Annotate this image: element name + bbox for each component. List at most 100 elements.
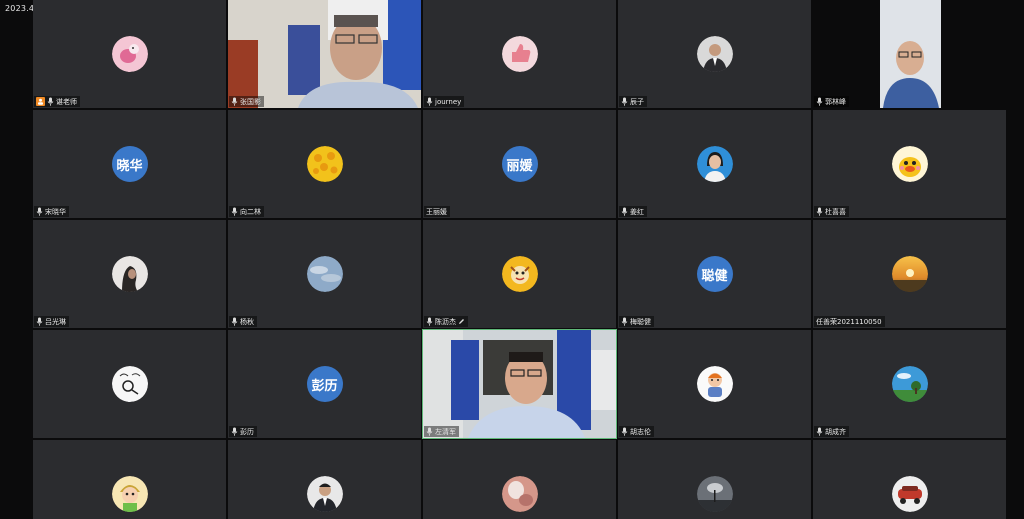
avatar xyxy=(891,366,928,402)
participant-video xyxy=(228,0,421,108)
participant-tile[interactable] xyxy=(228,440,421,519)
participant-nameplate: 陈沥杰 xyxy=(424,316,468,327)
participant-tile[interactable]: 彭历 彭历 xyxy=(228,330,421,438)
participant-nameplate: 王丽媛 xyxy=(424,206,450,217)
participant-tile[interactable] xyxy=(423,440,616,519)
host-icon xyxy=(36,97,45,106)
avatar xyxy=(501,256,538,292)
participant-name: 彭历 xyxy=(240,427,254,436)
participant-name: 宋晓华 xyxy=(45,207,66,216)
participant-tile[interactable]: 晓华 宋晓华 xyxy=(33,110,226,218)
participant-tile[interactable]: 陈沥杰 xyxy=(423,220,616,328)
microphone-icon xyxy=(816,427,823,436)
participant-name: 辰子 xyxy=(630,97,644,106)
avatar xyxy=(306,476,343,512)
active-speaker-tile[interactable]: 左清军 xyxy=(422,329,617,439)
participant-tile[interactable]: 吕光琳 xyxy=(33,220,226,328)
participant-tile[interactable]: 姜红 xyxy=(618,110,811,218)
microphone-icon xyxy=(621,427,628,436)
participant-tile[interactable]: 辰子 xyxy=(618,0,811,108)
participant-nameplate: 胡志伦 xyxy=(619,426,654,437)
participant-tile[interactable]: 杜喜喜 xyxy=(813,110,1006,218)
microphone-icon xyxy=(231,427,238,436)
participant-tile[interactable] xyxy=(33,440,226,519)
avatar xyxy=(111,366,148,402)
participant-tile[interactable]: 任善荣2021110050 xyxy=(813,220,1006,328)
participant-tile[interactable] xyxy=(618,440,811,519)
participant-tile[interactable] xyxy=(813,440,1006,519)
participant-tile[interactable]: 谌老师 xyxy=(33,0,226,108)
participant-tile[interactable] xyxy=(33,330,226,438)
microphone-icon xyxy=(231,207,238,216)
avatar: 聪健 xyxy=(696,256,733,292)
participant-nameplate: 杨秋 xyxy=(229,316,257,327)
microphone-icon xyxy=(231,317,238,326)
microphone-icon xyxy=(816,207,823,216)
participant-tile[interactable]: 胡志伦 xyxy=(618,330,811,438)
avatar xyxy=(696,476,733,512)
participant-name: 姜红 xyxy=(630,207,644,216)
participant-nameplate: 任善荣2021110050 xyxy=(814,316,885,327)
participant-tile[interactable]: 聪健 梅聪健 xyxy=(618,220,811,328)
avatar xyxy=(696,366,733,402)
participant-nameplate: 彭历 xyxy=(229,426,257,437)
participant-name: 王丽媛 xyxy=(426,207,447,216)
participant-name: 胡志伦 xyxy=(630,427,651,436)
avatar: 彭历 xyxy=(306,366,343,402)
participant-name: 左清军 xyxy=(435,427,456,436)
participant-nameplate: 梅聪健 xyxy=(619,316,654,327)
microphone-icon xyxy=(426,97,433,106)
microphone-icon xyxy=(36,317,43,326)
avatar xyxy=(891,476,928,512)
avatar: 丽媛 xyxy=(501,146,538,182)
participant-name: 张国影 xyxy=(240,97,261,106)
participant-nameplate: 郭林峰 xyxy=(814,96,849,107)
microphone-icon xyxy=(621,207,628,216)
participant-name: 杜喜喜 xyxy=(825,207,846,216)
pencil-icon xyxy=(459,319,464,324)
avatar xyxy=(891,146,928,182)
avatar xyxy=(501,476,538,512)
participant-name: 胡成齐 xyxy=(825,427,846,436)
participant-nameplate: 宋晓华 xyxy=(34,206,69,217)
participant-tile[interactable]: 向二林 xyxy=(228,110,421,218)
participant-nameplate: 向二林 xyxy=(229,206,264,217)
participant-tile[interactable]: 胡成齐 xyxy=(813,330,1006,438)
participant-nameplate: 胡成齐 xyxy=(814,426,849,437)
participant-tile[interactable]: 杨秋 xyxy=(228,220,421,328)
microphone-icon xyxy=(36,207,43,216)
participant-name: 向二林 xyxy=(240,207,261,216)
avatar: 晓华 xyxy=(111,146,148,182)
avatar xyxy=(306,146,343,182)
participant-nameplate: 左清军 xyxy=(424,426,459,437)
participant-video xyxy=(423,330,616,438)
participant-nameplate: 辰子 xyxy=(619,96,647,107)
participant-name: 陈沥杰 xyxy=(435,317,456,326)
participant-nameplate: 姜红 xyxy=(619,206,647,217)
participant-nameplate: 杜喜喜 xyxy=(814,206,849,217)
participant-name: 杨秋 xyxy=(240,317,254,326)
participant-tile[interactable]: journey xyxy=(423,0,616,108)
microphone-icon xyxy=(621,317,628,326)
participant-name: 谌老师 xyxy=(56,97,77,106)
avatar xyxy=(111,476,148,512)
microphone-icon xyxy=(231,97,238,106)
avatar xyxy=(306,256,343,292)
participant-nameplate: 谌老师 xyxy=(34,96,80,107)
avatar xyxy=(501,36,538,72)
participant-name: 梅聪健 xyxy=(630,317,651,326)
participant-nameplate: 张国影 xyxy=(229,96,264,107)
avatar xyxy=(696,146,733,182)
participant-tile[interactable]: 张国影 xyxy=(228,0,421,108)
avatar xyxy=(696,36,733,72)
avatar xyxy=(111,36,148,72)
microphone-icon xyxy=(816,97,823,106)
participant-name: 郭林峰 xyxy=(825,97,846,106)
avatar xyxy=(111,256,148,292)
participant-nameplate: 吕光琳 xyxy=(34,316,69,327)
participant-nameplate: journey xyxy=(424,96,465,107)
participant-tile[interactable]: 郭林峰 xyxy=(813,0,1006,108)
participant-name: journey xyxy=(435,97,462,106)
participant-tile[interactable]: 丽媛 王丽媛 xyxy=(423,110,616,218)
participant-name: 吕光琳 xyxy=(45,317,66,326)
